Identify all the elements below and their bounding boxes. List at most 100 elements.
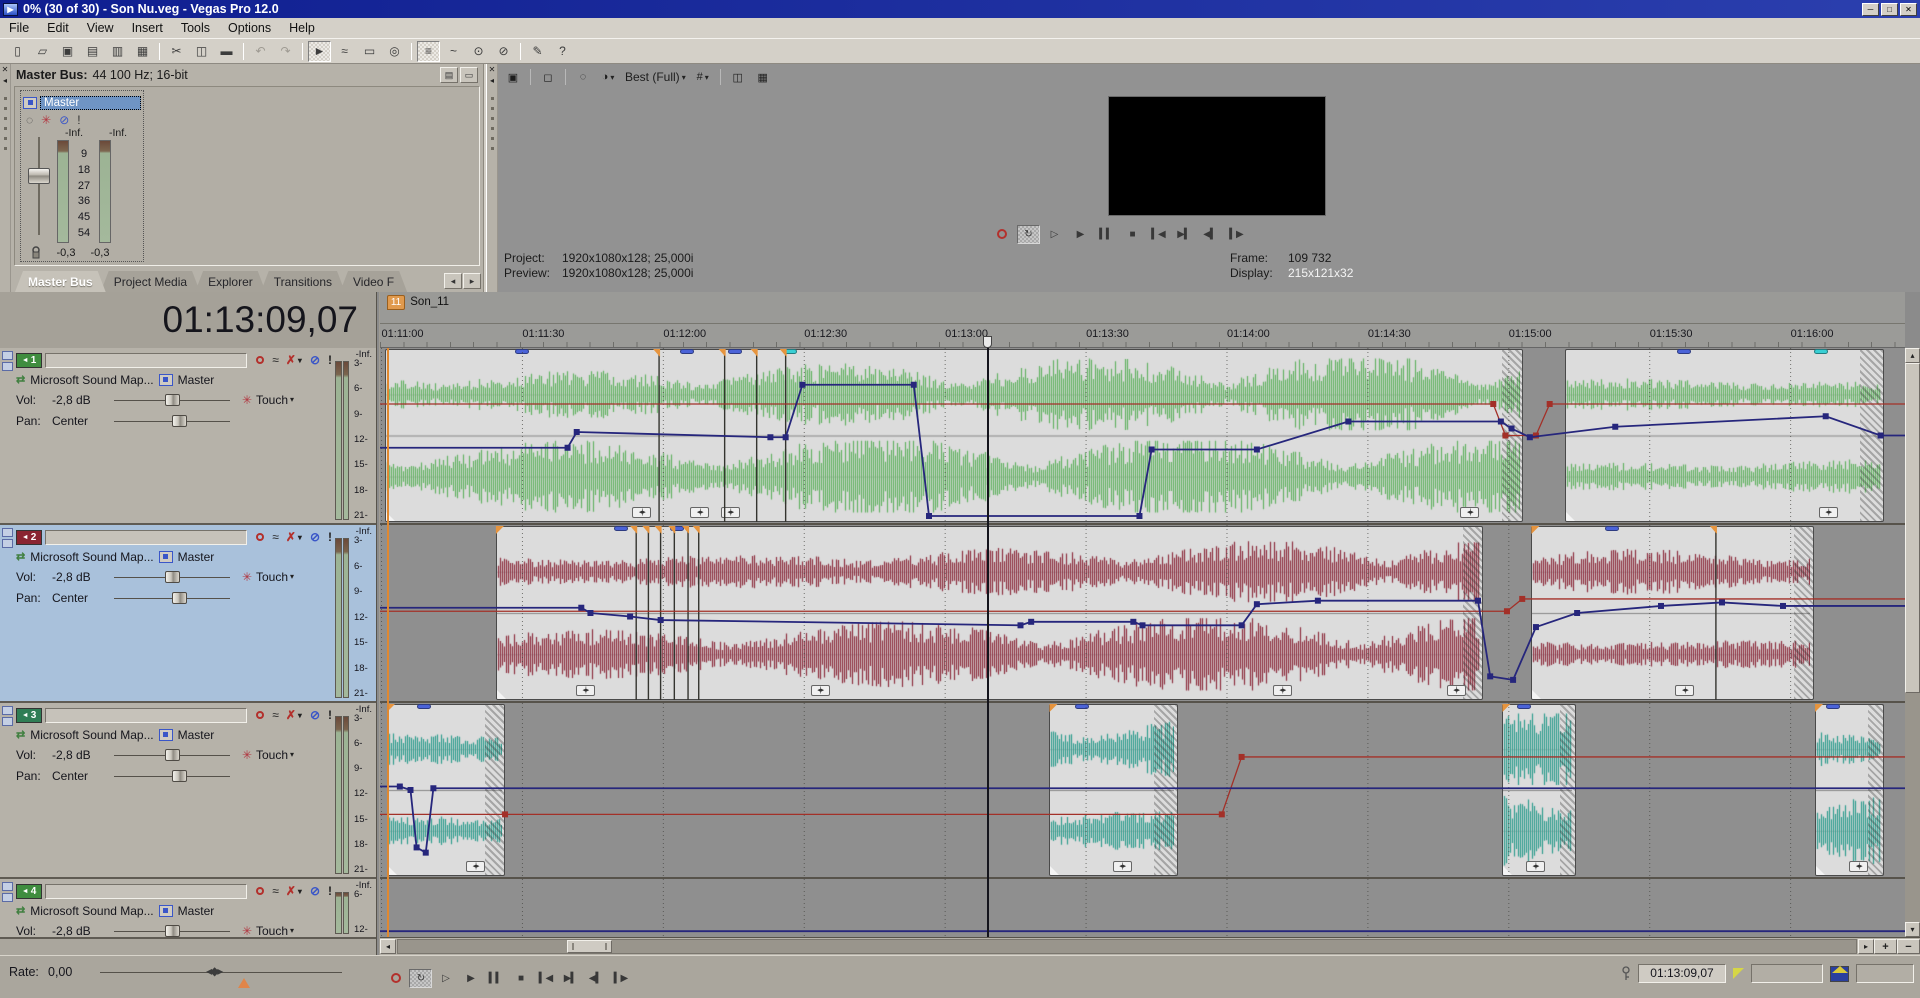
drag-grip[interactable] — [491, 97, 494, 155]
scroll-down-button[interactable]: ▾ — [1905, 922, 1920, 937]
menu-help[interactable]: Help — [280, 19, 324, 37]
audio-event[interactable] — [1531, 526, 1813, 700]
track-minimize-button[interactable] — [2, 882, 13, 891]
time-ruler[interactable]: 01:11:0001:11:3001:12:0001:12:3001:13:00… — [380, 324, 1905, 348]
pan-slider[interactable] — [114, 769, 230, 783]
tab-scroll-right[interactable]: ▸ — [463, 273, 481, 289]
interactive-tutorials[interactable]: ✎ — [526, 41, 549, 62]
timeline-cursor-handle[interactable] — [983, 336, 992, 348]
preview-pause-button[interactable]: ▍▍ — [1095, 225, 1118, 244]
marker-bar[interactable]: 11 Son_11 — [380, 292, 1905, 324]
lock-envelopes[interactable]: ⊙ — [467, 41, 490, 62]
event-gain-handle[interactable]: ◂|▸ — [1273, 685, 1292, 696]
arm-record-button[interactable] — [256, 711, 264, 719]
cut[interactable]: ✂ — [165, 41, 188, 62]
event-gain-handle[interactable]: ◂|▸ — [1460, 507, 1479, 518]
menu-file[interactable]: File — [0, 19, 38, 37]
fade-in-handle[interactable] — [1503, 866, 1512, 875]
bus-assign-icon[interactable] — [159, 729, 173, 741]
bus-assign-icon[interactable] — [159, 905, 173, 917]
automation-settings-icon[interactable]: ✳ — [238, 748, 256, 762]
paste[interactable]: ▬ — [215, 41, 238, 62]
bus-dim-icon[interactable]: ! — [77, 113, 80, 127]
insert-assignable-fx-icon[interactable]: ◌ — [26, 113, 33, 127]
stop-button[interactable]: ■ — [509, 969, 532, 988]
mute-button[interactable]: ✗▾ — [286, 884, 302, 898]
vertical-scrollbar[interactable]: ▴ ▾ — [1905, 348, 1920, 937]
mixer-properties[interactable]: ▭ — [460, 67, 478, 83]
preview-play-from-start-button[interactable]: ▷ — [1043, 225, 1066, 244]
preview-previous-frame-button[interactable]: ◀▍ — [1199, 225, 1222, 244]
input-routing-icon[interactable]: ⇄ — [16, 904, 25, 917]
capture-video[interactable]: ▦ — [131, 41, 154, 62]
auto-ripple[interactable]: ~ — [442, 41, 465, 62]
save-project[interactable]: ▣ — [56, 41, 79, 62]
arm-record-button[interactable] — [256, 533, 264, 541]
pause-button[interactable]: ▍▍ — [484, 969, 507, 988]
preview-record-button[interactable] — [991, 225, 1014, 244]
pin-icon[interactable]: ◂ — [487, 76, 497, 86]
track-content-4[interactable] — [380, 879, 1905, 937]
close-button[interactable]: ✕ — [1900, 3, 1917, 16]
volume-slider-thumb[interactable] — [165, 925, 180, 937]
loop-playback-button[interactable]: ↻ — [409, 969, 432, 988]
event-gain-handle[interactable]: ◂|▸ — [1113, 861, 1132, 872]
audio-event[interactable] — [385, 349, 1523, 522]
automation-settings-icon[interactable]: ✳ — [238, 393, 256, 407]
menu-view[interactable]: View — [78, 19, 123, 37]
vscroll-thumb[interactable] — [1905, 363, 1920, 693]
fade-in-handle[interactable] — [497, 690, 506, 699]
open-project[interactable]: ▱ — [31, 41, 54, 62]
close-icon[interactable]: ✕ — [0, 65, 10, 75]
automation-mode[interactable]: Touch — [256, 748, 288, 762]
event-gain-handle[interactable]: ◂|▸ — [811, 685, 830, 696]
fade-in-handle[interactable] — [1532, 690, 1541, 699]
automation-mode[interactable]: Touch — [256, 393, 288, 407]
undo[interactable]: ↶ — [249, 41, 272, 62]
volume-slider[interactable] — [114, 570, 230, 584]
preview-go-to-start-button[interactable]: ▍◀ — [1147, 225, 1170, 244]
pan-slider[interactable] — [114, 414, 230, 428]
solo-button[interactable]: ⊘ — [310, 530, 320, 544]
track-minimize-button[interactable] — [2, 351, 13, 360]
close-icon[interactable]: ✕ — [487, 65, 497, 75]
volume-slider[interactable] — [114, 748, 230, 762]
record-button[interactable] — [384, 969, 407, 988]
project-properties[interactable]: ▤ — [81, 41, 104, 62]
external-monitor-icon[interactable]: ◻ — [537, 67, 559, 87]
mute-button[interactable]: ✗▾ — [286, 708, 302, 722]
status-time-display[interactable]: 01:13:09,07 — [1638, 964, 1726, 983]
invert-phase-button[interactable]: ! — [328, 530, 332, 544]
volume-slider-thumb[interactable] — [165, 394, 180, 406]
zoom-in-time-button[interactable]: + — [1874, 939, 1897, 954]
automation-settings-icon[interactable]: ✳ — [238, 570, 256, 584]
track-name-input[interactable] — [45, 353, 247, 368]
preview-loop-playback-button[interactable]: ↻ — [1017, 225, 1040, 244]
pin-icon[interactable]: ◂ — [0, 76, 10, 86]
mute-button[interactable]: ✗▾ — [286, 353, 302, 367]
scroll-up-button[interactable]: ▴ — [1905, 348, 1920, 363]
new-project[interactable]: ▯ — [6, 41, 29, 62]
enable-snapping[interactable]: ≡ — [417, 41, 440, 62]
menu-edit[interactable]: Edit — [38, 19, 78, 37]
marker-flag-icon[interactable]: 11 — [387, 295, 405, 310]
bus-mute-icon[interactable]: ⊘ — [59, 113, 69, 127]
track-maximize-button[interactable] — [2, 893, 13, 902]
bus-assign-icon[interactable] — [159, 551, 173, 563]
menu-tools[interactable]: Tools — [172, 19, 219, 37]
track-envelope-icon[interactable]: ≈ — [272, 884, 278, 898]
track-name-input[interactable] — [45, 708, 247, 723]
fade-in-handle[interactable] — [1050, 866, 1059, 875]
go-to-end-button[interactable]: ▶▍ — [559, 969, 582, 988]
volume-slider[interactable] — [114, 393, 230, 407]
volume-slider-thumb[interactable] — [165, 749, 180, 761]
track-minimize-button[interactable] — [2, 528, 13, 537]
audio-event[interactable] — [1502, 704, 1575, 876]
automation-settings-icon[interactable]: ✳ — [238, 924, 256, 938]
event-gain-handle[interactable]: ◂|▸ — [1819, 507, 1838, 518]
preview-quality-color-icon[interactable]: ◑▾ — [597, 67, 619, 87]
zoom-out-time-button[interactable]: − — [1897, 939, 1920, 954]
hscroll-track[interactable] — [397, 939, 1857, 954]
event-gain-handle[interactable]: ◂|▸ — [466, 861, 485, 872]
bus-name-input[interactable]: Master — [40, 96, 141, 110]
